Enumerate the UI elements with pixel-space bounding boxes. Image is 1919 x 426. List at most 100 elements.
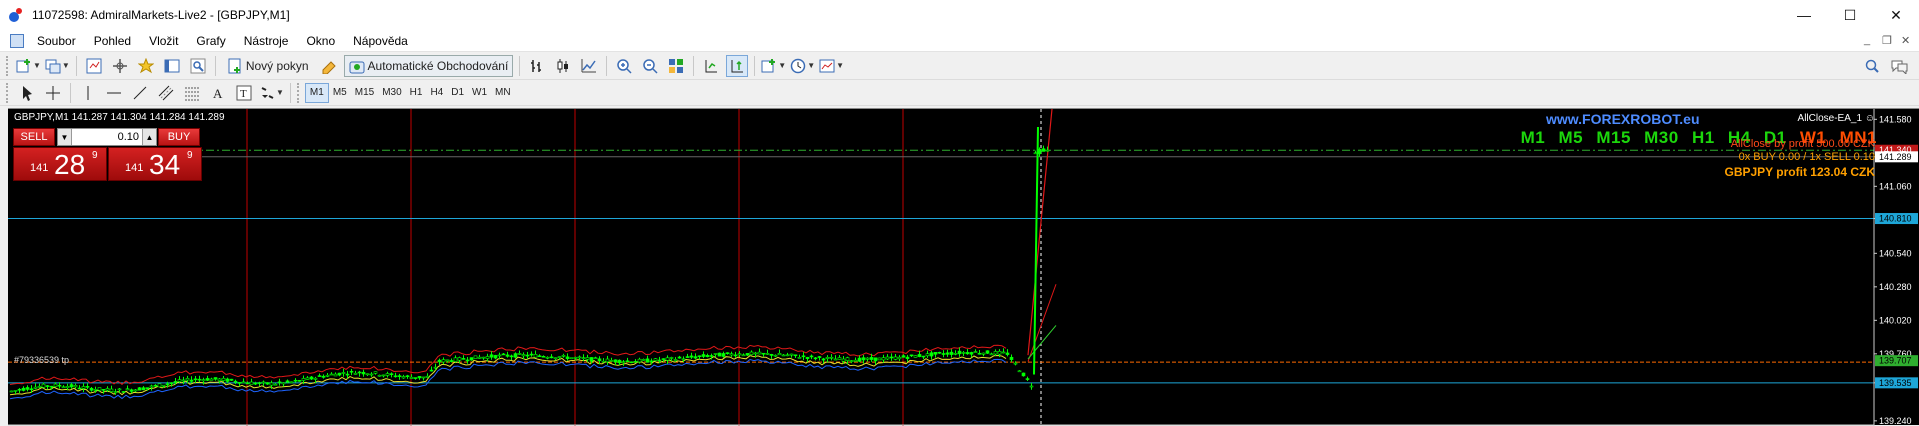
indicators-button[interactable]: ▼ [761,55,786,77]
menu-vlozit[interactable]: Vložit [140,30,187,52]
chat-button[interactable] [1887,55,1909,77]
candle-body [585,357,590,360]
new-chart-button[interactable]: ▼ [16,55,41,77]
vertical-line-tool[interactable] [77,82,99,104]
data-window-button[interactable] [109,55,131,77]
candle-body [905,356,910,359]
tf-w1-button[interactable]: W1 [468,83,491,103]
candle-body [877,357,882,361]
buy-button[interactable]: BUY [158,128,200,146]
new-order-button[interactable]: Nový pokyn [222,55,314,77]
menu-soubor[interactable]: Soubor [28,30,85,52]
candle-body [317,375,322,377]
bar-chart-button[interactable] [526,55,548,77]
mdi-minimize-button[interactable]: _ [1864,34,1870,46]
ea-tf-m15[interactable]: M15 [1596,128,1631,147]
volume-value[interactable]: 0.10 [72,131,142,143]
candlestick-button[interactable] [552,55,574,77]
menu-pohled[interactable]: Pohled [85,30,140,52]
periods-button[interactable]: ▼ [790,55,815,77]
search-button[interactable] [1861,55,1883,77]
candle-body [909,354,914,357]
mdi-close-button[interactable]: ✕ [1901,34,1910,47]
candle-body [677,356,682,359]
tf-m30-button[interactable]: M30 [378,83,405,103]
candle-body [149,385,154,388]
chart-window-icon[interactable] [10,33,24,48]
candle-body [377,374,382,377]
channel-tool[interactable] [155,82,177,104]
profiles-button[interactable]: ▼ [45,55,70,77]
auto-scroll-button[interactable] [726,54,749,77]
tf-h1-button[interactable]: H1 [406,83,427,103]
candle-body [169,382,174,385]
ea-tf-m1[interactable]: M1 [1521,128,1546,147]
ea-tf-m30[interactable]: M30 [1644,128,1679,147]
arrows-tool[interactable]: ▼ [259,82,284,104]
volume-down-icon[interactable]: ▼ [58,129,72,145]
buy-price[interactable]: 141 34 9 [108,147,202,181]
tf-d1-button[interactable]: D1 [447,83,468,103]
ea-tf-m5[interactable]: M5 [1558,128,1583,147]
navigator-button[interactable] [135,55,157,77]
candle-body [925,353,930,357]
zoom-in-button[interactable] [613,55,635,77]
fibonacci-tool[interactable] [181,82,203,104]
zoom-out-button[interactable] [639,55,661,77]
tf-m5-button[interactable]: M5 [329,83,351,103]
close-button[interactable]: ✕ [1873,0,1919,30]
cursor-tool[interactable] [16,82,38,104]
tf-m1-button[interactable]: M1 [304,82,329,103]
menu-okno[interactable]: Okno [297,30,344,52]
tf-mn-button[interactable]: MN [491,83,515,103]
chart-shift-button[interactable] [700,55,722,77]
tf-m15-button[interactable]: M15 [351,83,378,103]
buy-price-fraction: 9 [187,150,193,161]
candle-body [373,371,378,374]
crosshair-move-icon [112,58,128,74]
candle-body [41,383,46,388]
sell-button[interactable]: SELL [13,128,55,146]
strategy-tester-button[interactable] [187,55,209,77]
candle-body [657,359,662,362]
templates-button[interactable]: ▼ [819,55,844,77]
tile-windows-button[interactable] [665,55,687,77]
candle-body [937,351,942,354]
ea-tf-h1[interactable]: H1 [1692,128,1715,147]
volume-up-icon[interactable]: ▲ [142,129,156,145]
sell-price[interactable]: 141 28 9 [13,147,107,181]
toolbar-grip[interactable] [6,55,10,76]
horizontal-line-tool[interactable] [103,82,125,104]
chart-canvas[interactable]: 141.580 141.289 141.060 140.810 140.540 140.2… [8,109,1919,426]
price-chart[interactable]: 141.580 141.289 141.060 140.810 140.540 140.2… [8,108,1919,426]
trendline-tool[interactable] [129,82,151,104]
market-watch-button[interactable] [83,55,105,77]
candle-body [489,354,494,358]
volume-spinner[interactable]: ▼ 0.10 ▲ [57,128,157,146]
text-label-tool[interactable]: T [233,82,255,104]
menu-napoveda[interactable]: Nápověda [344,30,417,52]
toolbar-grip[interactable] [296,82,301,103]
auto-trading-button[interactable]: Automatické Obchodování [343,54,514,77]
mdi-restore-button[interactable]: ❐ [1882,34,1892,47]
candle-body [849,360,854,362]
expert-advisor-name[interactable]: AllClose-EA_1 ☺ [1798,113,1875,124]
metaeditor-button[interactable] [318,55,340,77]
axis-label: 140.540 [1879,248,1912,258]
text-tool[interactable]: A [207,82,229,104]
terminal-button[interactable] [161,55,183,77]
candle-body [453,357,458,362]
menu-nastroje[interactable]: Nástroje [235,30,298,52]
maximize-button[interactable]: ☐ [1827,0,1873,30]
menu-grafy[interactable]: Grafy [187,30,234,52]
candle-body [629,361,634,364]
candle-body [845,357,850,361]
tf-h4-button[interactable]: H4 [426,83,447,103]
auto-trading-icon [349,58,365,74]
one-click-trading-panel: SELL ▼ 0.10 ▲ BUY 141 28 9 141 34 9 [13,128,203,181]
line-chart-button[interactable] [578,55,600,77]
minimize-button[interactable]: — [1781,0,1827,30]
crosshair-tool[interactable] [42,82,64,104]
candle-body [941,353,946,355]
toolbar-grip[interactable] [6,82,10,103]
